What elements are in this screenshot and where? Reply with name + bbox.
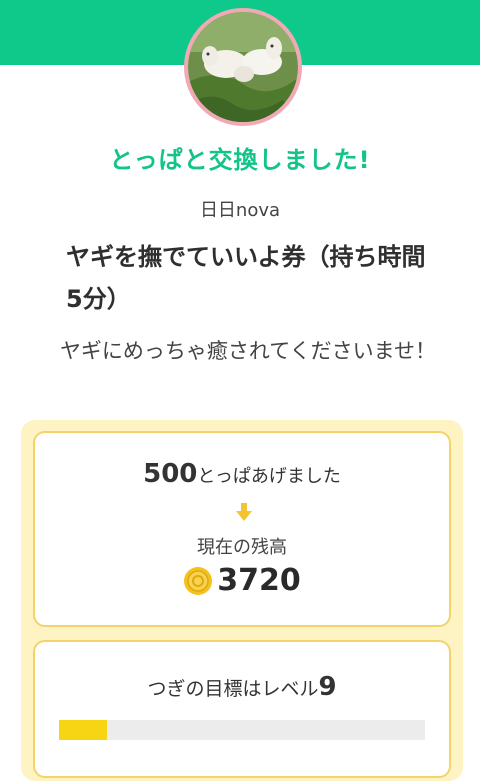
item-name: ヤギを撫でていいよ券（持ち時間5分）	[66, 243, 426, 313]
given-amount: 500	[143, 459, 198, 489]
level-progress-fill	[59, 720, 107, 740]
current-balance-label: 現在の残高	[197, 537, 287, 558]
current-balance-row: 3720	[35, 563, 449, 598]
next-goal-level: 9	[318, 672, 337, 702]
next-goal-line: つぎの目標はレベル9	[35, 672, 449, 702]
avatar	[184, 8, 302, 126]
thank-you-message: ヤギにめっちゃ癒されてくださいませ！	[59, 339, 437, 363]
goat-photo	[188, 12, 298, 122]
given-suffix: とっぱあげました	[197, 466, 341, 487]
balance-card: 500とっぱあげました 現在の残高 3720	[33, 431, 451, 627]
level-progress-bar	[59, 720, 425, 740]
next-goal-label: つぎの目標はレベル	[147, 678, 319, 700]
given-amount-line: 500とっぱあげました	[35, 459, 449, 489]
goal-card: つぎの目標はレベル9	[33, 640, 451, 778]
coin-icon	[184, 566, 213, 595]
current-balance-value: 3720	[217, 563, 301, 598]
exchange-title: とっぱと交換しました!	[109, 146, 371, 174]
shop-name: 日日nova	[199, 200, 281, 221]
arrow-down-icon	[236, 503, 252, 521]
